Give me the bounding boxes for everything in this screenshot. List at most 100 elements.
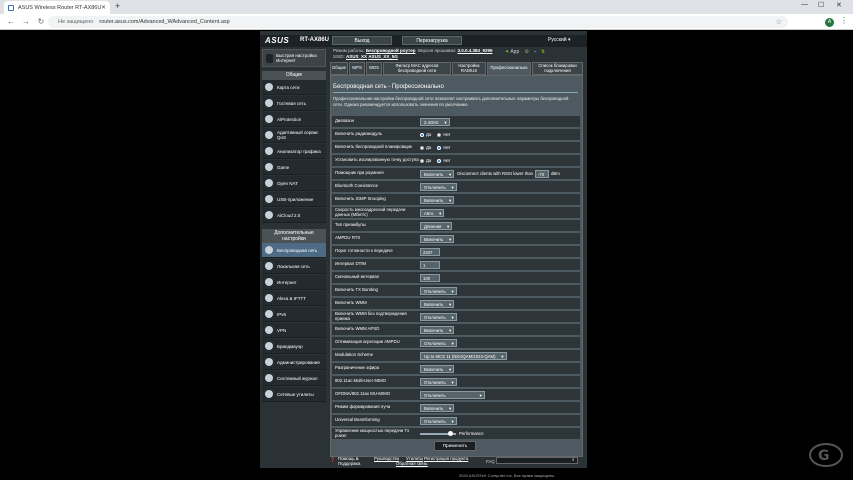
sidebar-item-ipv6[interactable]: IPv6 (262, 307, 326, 322)
cloud-icon (265, 211, 273, 219)
back-icon[interactable]: ← (7, 17, 15, 26)
new-tab-button[interactable]: + (115, 1, 120, 11)
sidebar-item-syslog[interactable]: Системный журнал (262, 371, 326, 386)
igmp-label: Включить IGMP Snooping (335, 196, 386, 202)
ampdu-opt-select[interactable]: Отключить (420, 338, 457, 347)
quick-setup-button[interactable]: Быстрая настройка Интернет (262, 49, 326, 67)
fw-value-link[interactable]: 3.0.0.4.384_9296 (457, 48, 492, 53)
watermark-logo-icon: G (809, 443, 843, 467)
isolate-no-label: Нет (443, 158, 451, 163)
tab-wds[interactable]: WDS (366, 62, 382, 75)
sidebar-item-opennat[interactable]: Open NAT (262, 176, 326, 191)
app-icon[interactable]: ✦ (505, 49, 509, 55)
beacon-input[interactable]: 100 (420, 273, 440, 282)
sidebar-item-network-map[interactable]: Карта сети (262, 80, 326, 95)
igmp-select[interactable]: Включить (420, 195, 455, 204)
ubeam-select[interactable]: Отключить (420, 416, 457, 425)
mumimo-select[interactable]: Отключить (420, 377, 457, 386)
sidebar-item-lan[interactable]: Локальная сеть (262, 259, 326, 274)
ofdma-select[interactable]: Отключить (420, 390, 485, 399)
gamepad-icon (265, 163, 273, 171)
schedule-no[interactable]: Нет (437, 145, 451, 150)
row-beacon: Сигнальный интервал 100 (332, 272, 580, 284)
radio-no[interactable]: Нет (437, 132, 451, 137)
sidebar-item-label: Open NAT (277, 180, 298, 186)
preamble-select[interactable]: Длинная (420, 221, 453, 230)
title-divider (333, 92, 578, 93)
network-icon[interactable]: ⚙ (525, 49, 529, 55)
feedback-link[interactable]: Обратная связь (396, 461, 428, 466)
mrate-select[interactable]: Авто (420, 208, 445, 217)
register-link[interactable]: Регистрация продукта (424, 456, 468, 461)
rts-input[interactable]: 2347 (420, 247, 440, 256)
reload-icon[interactable]: ↻ (37, 17, 45, 26)
sidebar-item-wireless[interactable]: Беспроводная сеть (262, 243, 326, 258)
url-input[interactable]: Не защищено router.asus.com/Advanced_WAd… (48, 16, 788, 28)
rssi-input[interactable]: -70 (535, 169, 549, 178)
tab-wps[interactable]: WPS (349, 62, 365, 75)
shield-icon (265, 115, 273, 123)
sidebar-item-aicloud[interactable]: AiCloud 2.0 (262, 208, 326, 223)
search-icon[interactable]: ⌕ (572, 457, 574, 462)
wmm-noack-select[interactable]: Отключить (420, 312, 457, 321)
app-label[interactable]: App (510, 49, 519, 55)
close-window-icon[interactable]: ✕ (836, 1, 842, 9)
schedule-yes[interactable]: Да (420, 145, 431, 150)
sidebar-item-tools[interactable]: Сетевые утилиты (262, 387, 326, 402)
modulation-select[interactable]: Up to MCS 11 (NitroQAM/1024-QAM) (420, 351, 507, 360)
wmm-select[interactable]: Включить (420, 299, 455, 308)
rts-label: Порог готовности к передаче (335, 248, 393, 254)
browser-menu-icon[interactable]: ⋮ (840, 16, 848, 25)
sidebar-item-firewall[interactable]: Брандмауэр (262, 339, 326, 354)
sidebar-item-label: Локальная сеть (277, 263, 310, 269)
dtim-input[interactable]: 1 (420, 260, 440, 269)
sidebar-item-alexa[interactable]: Alexa & IFTTT (262, 291, 326, 306)
sidebar-item-guest[interactable]: Гостевая сеть (262, 96, 326, 111)
maximize-icon[interactable]: ☐ (818, 1, 824, 9)
ampdu-rts-select[interactable]: Включить (420, 234, 455, 243)
sidebar-item-game[interactable]: Game (262, 160, 326, 175)
band-select[interactable]: 2.4GHz (420, 117, 450, 126)
sidebar-item-label: Адаптивный сервис QoS (277, 130, 319, 140)
sidebar-item-vpn[interactable]: VPN (262, 323, 326, 338)
txpower-slider[interactable] (420, 430, 456, 436)
sidebar-item-admin[interactable]: Администрирование (262, 355, 326, 370)
reboot-button[interactable]: Перезагрузка (402, 36, 462, 45)
isolate-no[interactable]: Нет (437, 158, 451, 163)
txburst-select[interactable]: Отключить (420, 286, 457, 295)
logout-button[interactable]: Выход (332, 36, 392, 45)
minimize-icon[interactable]: — (801, 1, 808, 8)
profile-avatar[interactable]: A (825, 18, 834, 27)
sidebar-item-wan[interactable]: Интернет (262, 275, 326, 290)
tab-radius[interactable]: Настройка RADIUS (452, 62, 486, 75)
forward-icon[interactable]: → (22, 17, 30, 26)
bt-select[interactable]: Отключить (420, 182, 457, 191)
sidebar-item-qos[interactable]: Адаптивный сервис QoS (262, 128, 326, 143)
language-select[interactable]: Русский ▾ (548, 37, 570, 43)
bookmark-star-icon[interactable]: ☆ (776, 18, 782, 26)
close-tab-icon[interactable]: ✕ (101, 4, 106, 11)
ampdu-rts-label: AMPDU RTS (335, 235, 361, 241)
radio-yes[interactable]: Да (420, 132, 431, 137)
mode-value-link[interactable]: Беспроводной роутер (366, 48, 416, 53)
txpower-slider-handle[interactable] (447, 430, 453, 436)
apply-button[interactable]: Применить (434, 441, 476, 451)
sidebar-item-label: USB-приложение (277, 196, 314, 202)
sidebar-item-aiprotection[interactable]: AiProtection (262, 112, 326, 127)
isolate-yes[interactable]: Да (420, 158, 431, 163)
sidebar-item-usb[interactable]: USB-приложение (262, 192, 326, 207)
tab-mac-filter[interactable]: Фильтр MAC адресов беспроводной сети (383, 62, 451, 75)
tab-general[interactable]: Общие (330, 62, 348, 75)
usb-icon[interactable]: ⌁ (534, 49, 537, 55)
tab-professional[interactable]: Профессионально (487, 62, 531, 75)
help-support-label: Помощь & Поддержка (338, 456, 361, 466)
sidebar-item-traffic[interactable]: Анализатор трафика (262, 144, 326, 159)
wifi-status-icon[interactable]: ⇅ (541, 49, 545, 55)
tab-blocklist[interactable]: Список блокировки подключения (532, 62, 583, 75)
beamforming-select[interactable]: Включить (420, 403, 455, 412)
browser-tab[interactable]: ASUS Wireless Router RT-AX86U ✕ (4, 1, 110, 14)
roaming-select[interactable]: Включить (420, 169, 455, 178)
faq-search-input[interactable] (496, 457, 578, 464)
wmm-apsd-select[interactable]: Включить (420, 325, 455, 334)
airtime-select[interactable]: Включить (420, 364, 455, 373)
